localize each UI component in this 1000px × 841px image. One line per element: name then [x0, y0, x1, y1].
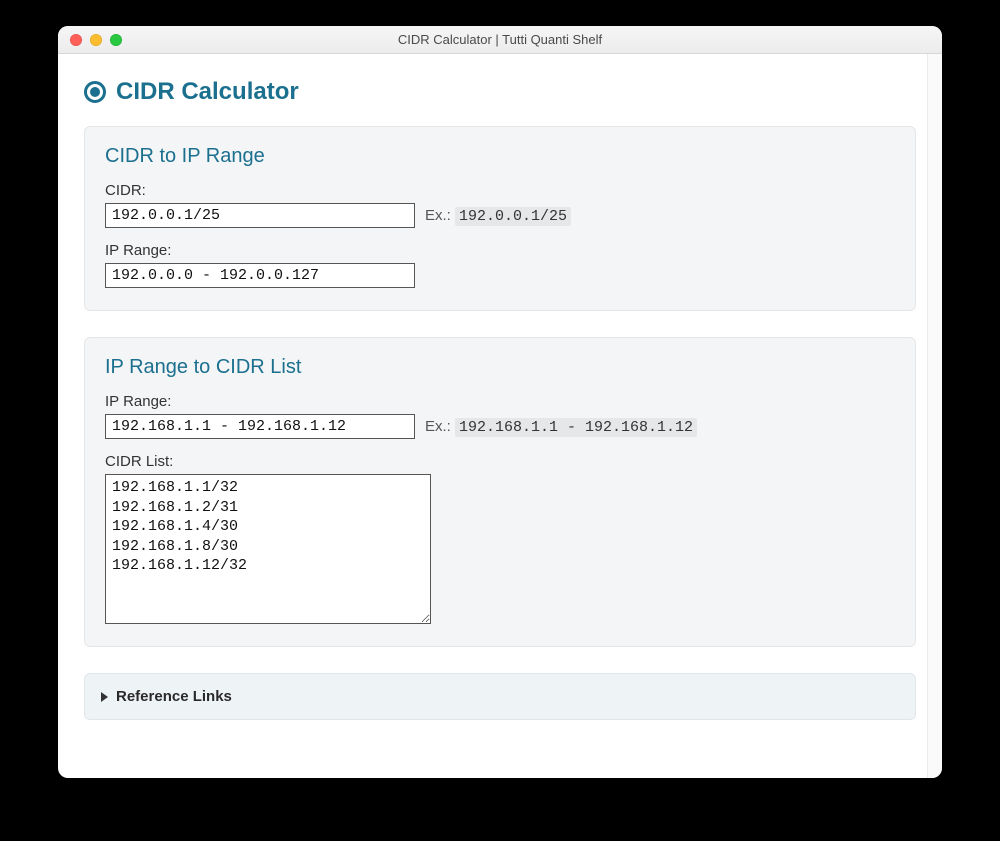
panel-title: IP Range to CIDR List: [105, 356, 895, 379]
accordion-label: Reference Links: [116, 688, 232, 705]
radio-selected-icon: [84, 81, 106, 103]
cidr-list-output[interactable]: [105, 474, 431, 624]
ip-range-output[interactable]: [105, 263, 415, 288]
page-title: CIDR Calculator: [116, 78, 299, 106]
cidr-hint: Ex.: 192.0.0.1/25: [425, 207, 571, 225]
reference-links-accordion[interactable]: Reference Links: [84, 673, 916, 720]
minimize-icon[interactable]: [90, 34, 102, 46]
zoom-icon[interactable]: [110, 34, 122, 46]
ip-range-label: IP Range:: [105, 242, 895, 259]
window-title: CIDR Calculator | Tutti Quanti Shelf: [58, 32, 942, 47]
ip-range-label: IP Range:: [105, 393, 895, 410]
app-window: CIDR Calculator | Tutti Quanti Shelf CID…: [58, 26, 942, 778]
hint-prefix: Ex.:: [425, 207, 455, 224]
content-area: CIDR Calculator CIDR to IP Range CIDR: E…: [58, 54, 942, 778]
panel-title: CIDR to IP Range: [105, 145, 895, 168]
page-header: CIDR Calculator: [84, 78, 916, 106]
cidr-input[interactable]: [105, 203, 415, 228]
close-icon[interactable]: [70, 34, 82, 46]
ip-range-input[interactable]: [105, 414, 415, 439]
hint-code: 192.168.1.1 - 192.168.1.12: [455, 418, 697, 437]
panel-cidr-to-range: CIDR to IP Range CIDR: Ex.: 192.0.0.1/25…: [84, 126, 916, 311]
hint-prefix: Ex.:: [425, 418, 455, 435]
window-controls: [58, 34, 122, 46]
cidr-label: CIDR:: [105, 182, 895, 199]
cidr-list-label: CIDR List:: [105, 453, 895, 470]
panel-range-to-cidr: IP Range to CIDR List IP Range: Ex.: 192…: [84, 337, 916, 647]
ip-range-hint: Ex.: 192.168.1.1 - 192.168.1.12: [425, 418, 697, 436]
disclosure-triangle-icon: [101, 692, 108, 702]
hint-code: 192.0.0.1/25: [455, 207, 571, 226]
scrollbar-track[interactable]: [927, 54, 942, 778]
titlebar: CIDR Calculator | Tutti Quanti Shelf: [58, 26, 942, 54]
